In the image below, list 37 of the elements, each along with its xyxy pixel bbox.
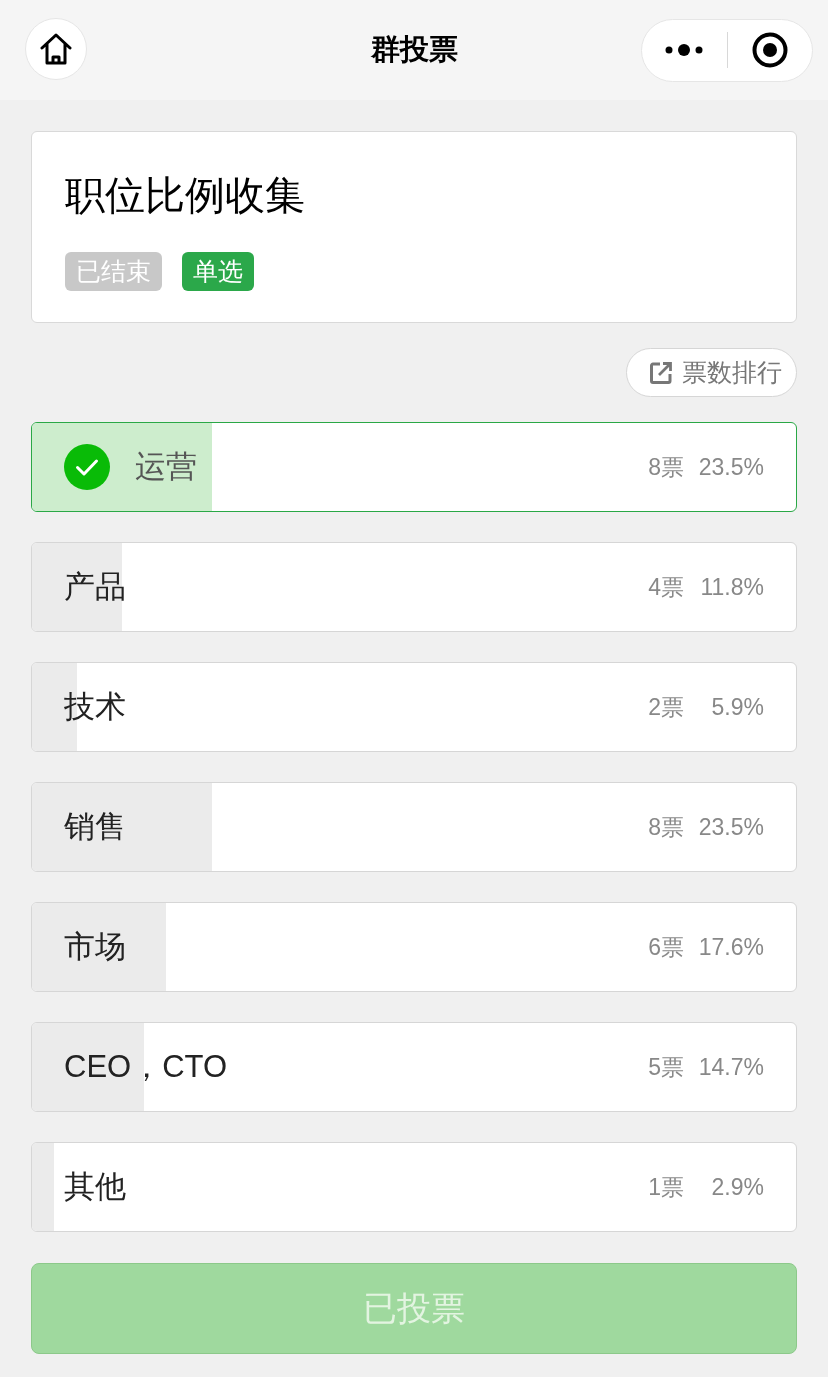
vote-count: 8票 <box>648 812 684 842</box>
status-tag: 单选 <box>182 252 254 291</box>
vote-percentage: 23.5% <box>697 453 764 481</box>
option-label: 其他 <box>64 1168 126 1206</box>
vote-percentage: 2.9% <box>710 1173 764 1201</box>
vote-count: 4票 <box>648 572 684 602</box>
vote-count: 2票 <box>648 692 684 722</box>
vote-count: 5票 <box>648 1052 684 1082</box>
poll-option[interactable]: 技术 2票 5.9% <box>31 662 797 752</box>
option-label: 市场 <box>64 928 126 966</box>
option-label: 技术 <box>64 688 126 726</box>
vote-count: 1票 <box>648 1172 684 1202</box>
home-icon <box>39 33 73 65</box>
page-title: 群投票 <box>370 32 458 67</box>
poll-option[interactable]: 市场 6票 17.6% <box>31 902 797 992</box>
vote-percentage: 14.7% <box>697 1053 764 1081</box>
vote-count: 8票 <box>648 452 684 482</box>
share-icon <box>649 360 673 385</box>
vote-percentage: 17.6% <box>697 933 764 961</box>
vote-percentage: 5.9% <box>710 693 764 721</box>
target-icon <box>751 32 788 68</box>
vote-ranking-button[interactable]: 票数排行 <box>626 348 797 397</box>
option-label: 运营 <box>135 448 197 486</box>
poll-option[interactable]: CEO，CTO 5票 14.7% <box>31 1022 797 1112</box>
option-label: 销售 <box>64 808 126 846</box>
vote-count: 6票 <box>648 932 684 962</box>
poll-option[interactable]: 运营 8票 23.5% <box>31 422 797 512</box>
check-icon <box>64 444 110 490</box>
more-icon <box>665 43 704 57</box>
poll-option[interactable]: 其他 1票 2.9% <box>31 1142 797 1232</box>
option-label: 产品 <box>64 568 126 606</box>
poll-option[interactable]: 产品 4票 11.8% <box>31 542 797 632</box>
option-label: CEO，CTO <box>64 1048 228 1086</box>
poll-title: 职位比例收集 <box>65 172 306 219</box>
poll-option[interactable]: 销售 8票 23.5% <box>31 782 797 872</box>
vote-percentage: 23.5% <box>697 813 764 841</box>
vote-percentage: 11.8% <box>699 573 764 601</box>
